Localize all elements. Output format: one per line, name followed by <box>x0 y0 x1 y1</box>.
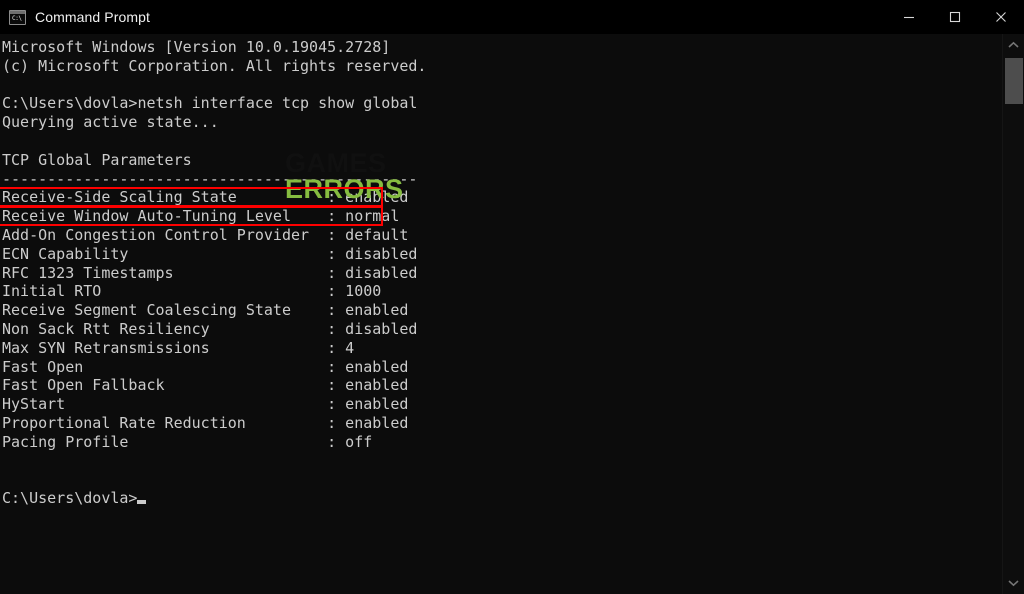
terminal-line: Proportional Rate Reduction : enabled <box>2 413 409 432</box>
maximize-icon <box>949 11 961 23</box>
terminal-line: Receive Segment Coalescing State : enabl… <box>2 301 409 320</box>
watermark-line1: GAMES <box>285 148 387 178</box>
terminal-line: ----------------------------------------… <box>2 169 418 188</box>
terminal-line: Non Sack Rtt Resiliency : disabled <box>2 319 418 338</box>
close-button[interactable] <box>978 0 1024 34</box>
terminal-line: Receive-Side Scaling State : enabled <box>2 188 409 207</box>
scrollbar-thumb[interactable] <box>1004 58 1023 104</box>
terminal-line: ECN Capability : disabled <box>2 244 418 263</box>
terminal-line: C:\Users\dovla>netsh interface tcp show … <box>2 94 418 113</box>
scrollbar-down-button[interactable] <box>1003 572 1024 594</box>
minimize-icon <box>904 16 914 19</box>
watermark: GAMES ERRORS <box>285 148 404 204</box>
terminal-output[interactable]: Microsoft Windows [Version 10.0.19045.27… <box>0 34 1002 594</box>
window-title: Command Prompt <box>35 9 150 25</box>
terminal-line: Fast Open : enabled <box>2 357 409 376</box>
terminal-cursor <box>137 500 147 505</box>
command-prompt-icon: C:\ <box>9 9 26 25</box>
terminal-line: C:\Users\dovla> <box>2 489 1002 508</box>
terminal-line: TCP Global Parameters <box>2 150 192 169</box>
titlebar[interactable]: C:\ Command Prompt <box>0 0 1024 34</box>
chevron-up-icon <box>1008 41 1019 48</box>
terminal-line: Initial RTO : 1000 <box>2 282 382 301</box>
command-prompt-window: C:\ Command Prompt Microsoft Windows [Ve… <box>0 0 1024 594</box>
minimize-button[interactable] <box>886 0 932 34</box>
terminal-line: Add-On Congestion Control Provider : def… <box>2 225 409 244</box>
terminal-line: Max SYN Retransmissions : 4 <box>2 338 355 357</box>
terminal-line: Querying active state... <box>2 113 219 132</box>
terminal-line: RFC 1323 Timestamps : disabled <box>2 263 418 282</box>
terminal-line: Microsoft Windows [Version 10.0.19045.27… <box>2 38 391 56</box>
window-controls <box>886 0 1024 34</box>
maximize-button[interactable] <box>932 0 978 34</box>
titlebar-left: C:\ Command Prompt <box>0 9 150 25</box>
scrollbar-track[interactable] <box>1003 56 1024 572</box>
command-prompt-icon-glyph: C:\ <box>12 14 22 22</box>
close-icon <box>996 12 1006 22</box>
scrollbar[interactable] <box>1002 34 1024 594</box>
terminal-line: Receive Window Auto-Tuning Level : norma… <box>2 207 400 226</box>
scrollbar-up-button[interactable] <box>1003 34 1024 56</box>
terminal-line: HyStart : enabled <box>2 395 409 414</box>
terminal-line: (c) Microsoft Corporation. All rights re… <box>2 56 427 75</box>
terminal-wrap: Microsoft Windows [Version 10.0.19045.27… <box>0 34 1024 594</box>
chevron-down-icon <box>1008 580 1019 587</box>
watermark-line2: ERRORS <box>285 174 404 204</box>
terminal-line: Pacing Profile : off <box>2 432 373 451</box>
terminal-line: Fast Open Fallback : enabled <box>2 376 409 395</box>
